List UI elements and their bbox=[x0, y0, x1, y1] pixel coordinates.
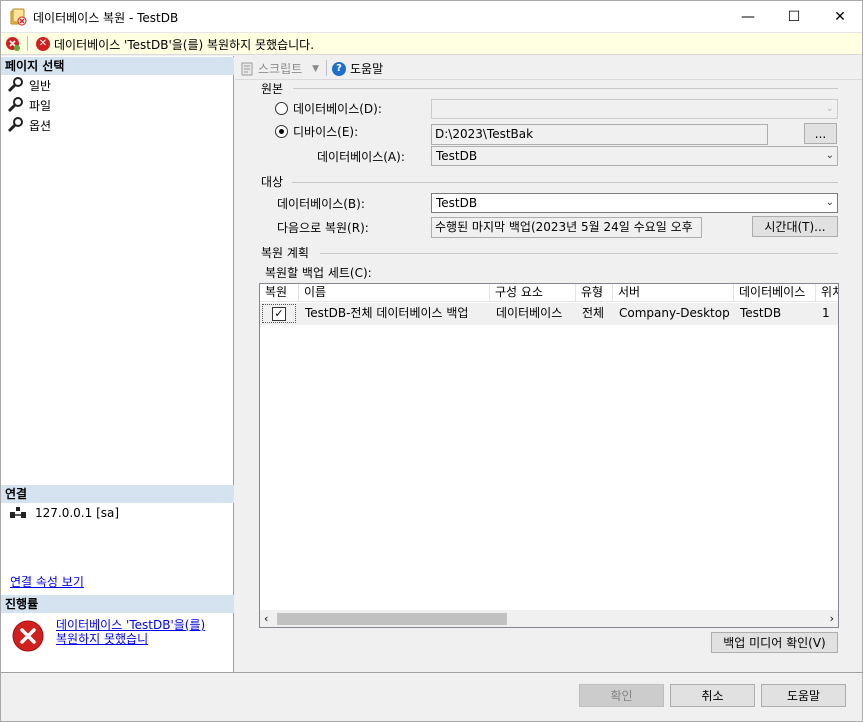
destination-group-title: 대상 bbox=[261, 175, 284, 189]
wrench-icon bbox=[7, 77, 23, 93]
wrench-icon bbox=[7, 97, 23, 113]
maximize-button[interactable]: ☐ bbox=[771, 1, 817, 32]
verify-backup-media-button[interactable]: 백업 미디어 확인(V) bbox=[711, 632, 838, 653]
destination-database-select[interactable]: TestDB ⌄ bbox=[431, 193, 838, 213]
connection-heading: 연결 bbox=[1, 485, 234, 503]
chevron-down-icon: ⌄ bbox=[825, 197, 834, 208]
restore-cell: ✓ bbox=[260, 303, 299, 325]
error-message: 데이터베이스 'TestDB'을(를) 복원하지 못했습니다. bbox=[54, 38, 315, 52]
footer-help-button[interactable]: 도움말 bbox=[761, 684, 846, 707]
connection-value: 127.0.0.1 [sa] bbox=[35, 506, 120, 520]
backup-sets-grid[interactable]: 복원 이름 구성 요소 유형 서버 데이터베이스 위치 ✓ TestDB-전체 … bbox=[259, 283, 839, 628]
source-group-title: 원본 bbox=[261, 82, 284, 96]
device-database-value: TestDB bbox=[436, 149, 478, 163]
chevron-down-icon: ⌄ bbox=[825, 150, 834, 161]
left-pane: 페이지 선택 일반 파일 옵션 연결 127.0.0.1 [sa] 연결 속성 … bbox=[1, 56, 234, 672]
restore-database-dialog: 데이터베이스 복원 - TestDB — ☐ ✕ ✕ 데이터베이스 'TestD… bbox=[0, 0, 863, 722]
toolbar-separator bbox=[27, 36, 28, 51]
chevron-down-icon: ⌄ bbox=[825, 103, 834, 114]
column-header-component[interactable]: 구성 요소 bbox=[490, 284, 576, 302]
help-button[interactable]: ? 도움말 bbox=[332, 60, 383, 77]
select-page-heading: 페이지 선택 bbox=[1, 57, 234, 75]
right-pane: 스크립트 ▼ ? 도움말 원본 데이터베이스(D): ⌄ 디바이스(E): D:… bbox=[235, 56, 862, 672]
dismiss-error-icon[interactable] bbox=[5, 36, 20, 54]
source-database-label: 데이터베이스(D): bbox=[293, 102, 382, 116]
script-label: 스크립트 bbox=[258, 62, 303, 76]
source-database-select[interactable]: ⌄ bbox=[431, 99, 838, 119]
browse-device-button[interactable]: ... bbox=[804, 123, 837, 144]
ok-button[interactable]: 확인 bbox=[579, 684, 664, 707]
restore-plan-group-title: 복원 계획 bbox=[261, 246, 309, 260]
scroll-right-icon[interactable]: › bbox=[830, 612, 834, 625]
view-connection-properties-link[interactable]: 연결 속성 보기 bbox=[10, 573, 84, 590]
column-header-type[interactable]: 유형 bbox=[576, 284, 613, 302]
backup-sets-label: 복원할 백업 세트(C): bbox=[265, 266, 372, 280]
source-device-label: 디바이스(E): bbox=[293, 125, 359, 139]
cell-server: Company-Desktop bbox=[613, 303, 734, 325]
page-general[interactable]: 일반 bbox=[7, 76, 51, 94]
restore-checkbox[interactable]: ✓ bbox=[272, 307, 286, 321]
footer-divider bbox=[1, 672, 862, 673]
source-device-radio[interactable] bbox=[275, 125, 288, 138]
script-icon bbox=[241, 62, 253, 75]
help-label: 도움말 bbox=[350, 62, 384, 76]
source-group-line bbox=[293, 88, 838, 89]
page-files[interactable]: 파일 bbox=[7, 96, 51, 114]
window-title: 데이터베이스 복원 - TestDB bbox=[33, 11, 179, 25]
server-connection-icon bbox=[10, 507, 26, 518]
toolbar-separator bbox=[326, 60, 327, 76]
page-general-label: 일반 bbox=[29, 78, 52, 93]
title-bar: 데이터베이스 복원 - TestDB — ☐ ✕ bbox=[1, 1, 862, 32]
horizontal-scrollbar[interactable]: ‹ › bbox=[260, 610, 838, 627]
column-header-server[interactable]: 서버 bbox=[613, 284, 734, 302]
cell-component: 데이터베이스 bbox=[490, 303, 576, 325]
restore-to-field[interactable]: 수행된 마지막 백업(2023년 5월 24일 수요일 오후 bbox=[431, 217, 702, 238]
cell-database: TestDB bbox=[734, 303, 816, 325]
progress-heading: 진행률 bbox=[1, 595, 234, 613]
column-header-database[interactable]: 데이터베이스 bbox=[734, 284, 816, 302]
page-files-label: 파일 bbox=[29, 98, 52, 113]
error-message-bar: ✕ 데이터베이스 'TestDB'을(를) 복원하지 못했습니다. bbox=[1, 32, 862, 55]
cell-position: 1 bbox=[816, 303, 838, 325]
timeline-button[interactable]: 시간대(T)... bbox=[752, 216, 838, 237]
column-header-name[interactable]: 이름 bbox=[299, 284, 490, 302]
error-icon: ✕ bbox=[36, 37, 50, 51]
scrollbar-thumb[interactable] bbox=[277, 613, 507, 625]
source-database-radio[interactable] bbox=[275, 102, 288, 115]
minimize-button[interactable]: — bbox=[725, 1, 771, 32]
cancel-button[interactable]: 취소 bbox=[670, 684, 755, 707]
wrench-icon bbox=[7, 117, 23, 133]
toolbar-divider bbox=[235, 79, 862, 80]
help-icon: ? bbox=[332, 61, 346, 76]
connection-info: 127.0.0.1 [sa] bbox=[9, 506, 119, 520]
page-options[interactable]: 옵션 bbox=[7, 116, 51, 134]
chevron-down-icon: ▼ bbox=[312, 63, 320, 74]
progress-error-link[interactable]: 데이터베이스 'TestDB'을(를) 복원하지 못했습니 bbox=[56, 618, 206, 646]
destination-database-value: TestDB bbox=[436, 196, 478, 210]
device-database-select[interactable]: TestDB ⌄ bbox=[431, 146, 838, 166]
error-large-icon bbox=[12, 620, 44, 652]
page-options-label: 옵션 bbox=[29, 118, 52, 133]
column-header-restore[interactable]: 복원 bbox=[260, 284, 299, 302]
restore-to-label: 다음으로 복원(R): bbox=[277, 221, 369, 235]
cell-name: TestDB-전체 데이터베이스 백업 bbox=[299, 303, 490, 325]
device-path-field[interactable]: D:\2023\TestBak bbox=[431, 124, 768, 145]
column-header-position[interactable]: 위치 bbox=[816, 284, 838, 302]
cell-type: 전체 bbox=[576, 303, 613, 325]
close-button[interactable]: ✕ bbox=[817, 1, 863, 32]
script-button[interactable]: 스크립트 ▼ bbox=[240, 60, 319, 77]
destination-database-label: 데이터베이스(B): bbox=[277, 197, 365, 211]
destination-group-line bbox=[292, 182, 838, 183]
database-restore-icon bbox=[10, 8, 27, 26]
device-database-label: 데이터베이스(A): bbox=[317, 150, 405, 164]
restore-plan-group-line bbox=[320, 253, 838, 254]
scroll-left-icon[interactable]: ‹ bbox=[264, 612, 268, 625]
